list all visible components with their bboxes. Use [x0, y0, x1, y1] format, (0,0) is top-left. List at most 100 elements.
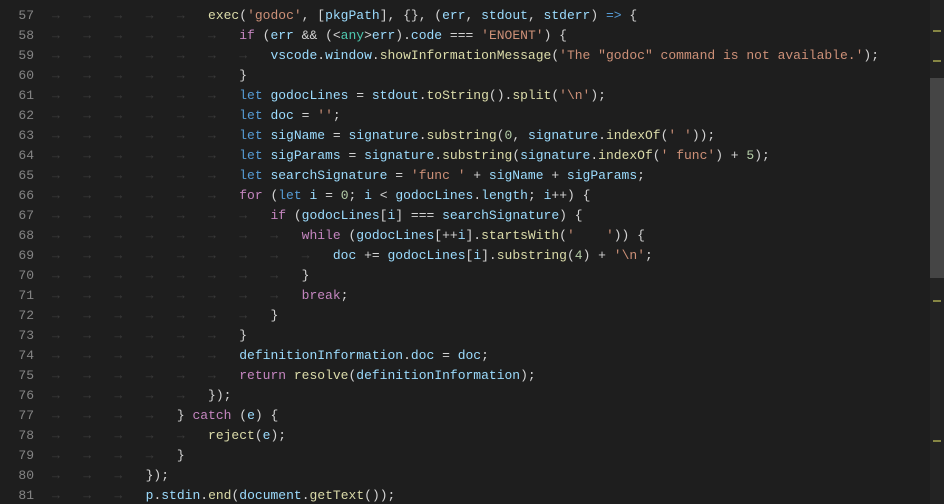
token-pn: ; — [637, 168, 645, 183]
line-number: 59 — [0, 46, 52, 66]
token-fn: reject — [208, 428, 255, 443]
token-pn: ); — [270, 428, 286, 443]
token-fn: end — [208, 488, 231, 503]
code-content[interactable]: → → → → → exec('godoc', [pkgPath], {}, (… — [52, 0, 944, 504]
token-pn: === — [442, 28, 481, 43]
token-pn: ; — [349, 188, 365, 203]
code-line[interactable]: → → → → → → → vscode.window.showInformat… — [52, 46, 944, 66]
code-line[interactable]: → → → → → → } — [52, 66, 944, 86]
token-kw2: => — [606, 8, 622, 23]
code-line[interactable]: → → → → → → let godocLines = stdout.toSt… — [52, 86, 944, 106]
token-id: signature — [364, 148, 434, 163]
line-number: 67 — [0, 206, 52, 226]
token-id: i — [364, 188, 372, 203]
code-line[interactable]: → → → → → → let sigParams = signature.su… — [52, 146, 944, 166]
token-pn: > — [364, 28, 372, 43]
code-line[interactable]: → → → → → → → → while (godocLines[++i].s… — [52, 226, 944, 246]
token-id: i — [473, 248, 481, 263]
indent-guides: → → → → — [52, 408, 177, 423]
code-line[interactable]: → → → → → → → if (godocLines[i] === sear… — [52, 206, 944, 226]
token-id: doc — [333, 248, 356, 263]
token-pn: ) — [590, 8, 606, 23]
indent-guides: → → → → → → — [52, 168, 239, 183]
token-pn: && (< — [294, 28, 341, 43]
indent-guides: → → → → → → — [52, 348, 239, 363]
indent-guides: → → → → → → → → — [52, 228, 302, 243]
code-line[interactable]: → → → → → exec('godoc', [pkgPath], {}, (… — [52, 6, 944, 26]
code-line[interactable]: → → → → → → } — [52, 326, 944, 346]
indent-guides: → → → → → → — [52, 148, 239, 163]
token-id: signature — [348, 128, 418, 143]
token-id: sigName — [489, 168, 544, 183]
line-number: 64 — [0, 146, 52, 166]
indent-guides: → → → → → — [52, 428, 208, 443]
code-line[interactable]: → → → → → → let searchSignature = 'func … — [52, 166, 944, 186]
token-pn: . — [419, 128, 427, 143]
token-fn: resolve — [294, 368, 349, 383]
token-id: code — [411, 28, 442, 43]
token-pn: )) { — [614, 228, 645, 243]
token-id: searchSignature — [442, 208, 559, 223]
line-number: 73 — [0, 326, 52, 346]
token-fn: substring — [442, 148, 512, 163]
token-str: '\n' — [559, 88, 590, 103]
code-line[interactable]: → → → → → → if (err && (<any>err).code =… — [52, 26, 944, 46]
token-fn: indexOf — [606, 128, 661, 143]
token-pn: )); — [692, 128, 715, 143]
line-number: 77 — [0, 406, 52, 426]
token-kw: while — [302, 228, 341, 243]
token-pn: . — [200, 488, 208, 503]
token-kw2: let — [239, 128, 262, 143]
code-editor[interactable]: 5758596061626364656667686970717273747576… — [0, 0, 944, 504]
code-line[interactable]: → → → → → → definitionInformation.doc = … — [52, 346, 944, 366]
token-pn: ); — [754, 148, 770, 163]
indent-guides: → → → → → — [52, 388, 208, 403]
indent-guides: → → → → → → → — [52, 208, 270, 223]
token-pn: ( — [263, 188, 279, 203]
token-fn: startsWith — [481, 228, 559, 243]
token-pn: ( — [567, 248, 575, 263]
line-number: 62 — [0, 106, 52, 126]
indent-guides: → → → → → → — [52, 88, 239, 103]
code-line[interactable]: → → → → } catch (e) { — [52, 406, 944, 426]
code-line[interactable]: → → → → → → → → } — [52, 266, 944, 286]
code-line[interactable]: → → → → } — [52, 446, 944, 466]
code-line[interactable]: → → → → → → let sigName = signature.subs… — [52, 126, 944, 146]
line-number: 76 — [0, 386, 52, 406]
code-line[interactable]: → → → → → → let doc = ''; — [52, 106, 944, 126]
token-kw2: let — [278, 188, 301, 203]
token-id: doc — [411, 348, 434, 363]
token-fn: toString — [427, 88, 489, 103]
token-id: e — [247, 408, 255, 423]
code-line[interactable]: → → → }); — [52, 466, 944, 486]
code-line[interactable]: → → → → → → → → → doc += godocLines[i].s… — [52, 246, 944, 266]
scrollbar-thumb[interactable] — [930, 78, 944, 278]
indent-guides: → → → → → — [52, 8, 208, 23]
code-line[interactable]: → → → p.stdin.end(document.getText()); — [52, 486, 944, 504]
code-line[interactable]: → → → → → → → } — [52, 306, 944, 326]
token-str: 'The "godoc" command is not available.' — [559, 48, 863, 63]
token-id: godocLines — [356, 228, 434, 243]
indent-guides: → → → → → → — [52, 28, 239, 43]
indent-guides: → → → → → → — [52, 188, 239, 203]
token-num: 0 — [341, 188, 349, 203]
code-line[interactable]: → → → → → → → → break; — [52, 286, 944, 306]
token-pn: ) + — [715, 148, 746, 163]
token-id: pkgPath — [325, 8, 380, 23]
vertical-scrollbar[interactable] — [930, 0, 944, 504]
code-line[interactable]: → → → → → }); — [52, 386, 944, 406]
token-fn: exec — [208, 8, 239, 23]
token-fn: showInformationMessage — [380, 48, 552, 63]
code-line[interactable]: → → → → → → for (let i = 0; i < godocLin… — [52, 186, 944, 206]
line-number: 80 — [0, 466, 52, 486]
token-fn: substring — [427, 128, 497, 143]
line-number: 75 — [0, 366, 52, 386]
token-id: godocLines — [270, 88, 348, 103]
code-line[interactable]: → → → → → reject(e); — [52, 426, 944, 446]
token-pn: ; — [528, 188, 544, 203]
overview-mark — [933, 440, 941, 442]
token-id: definitionInformation — [356, 368, 520, 383]
code-line[interactable]: → → → → → → return resolve(definitionInf… — [52, 366, 944, 386]
token-pn: = — [294, 108, 317, 123]
token-pn: ; — [341, 288, 349, 303]
